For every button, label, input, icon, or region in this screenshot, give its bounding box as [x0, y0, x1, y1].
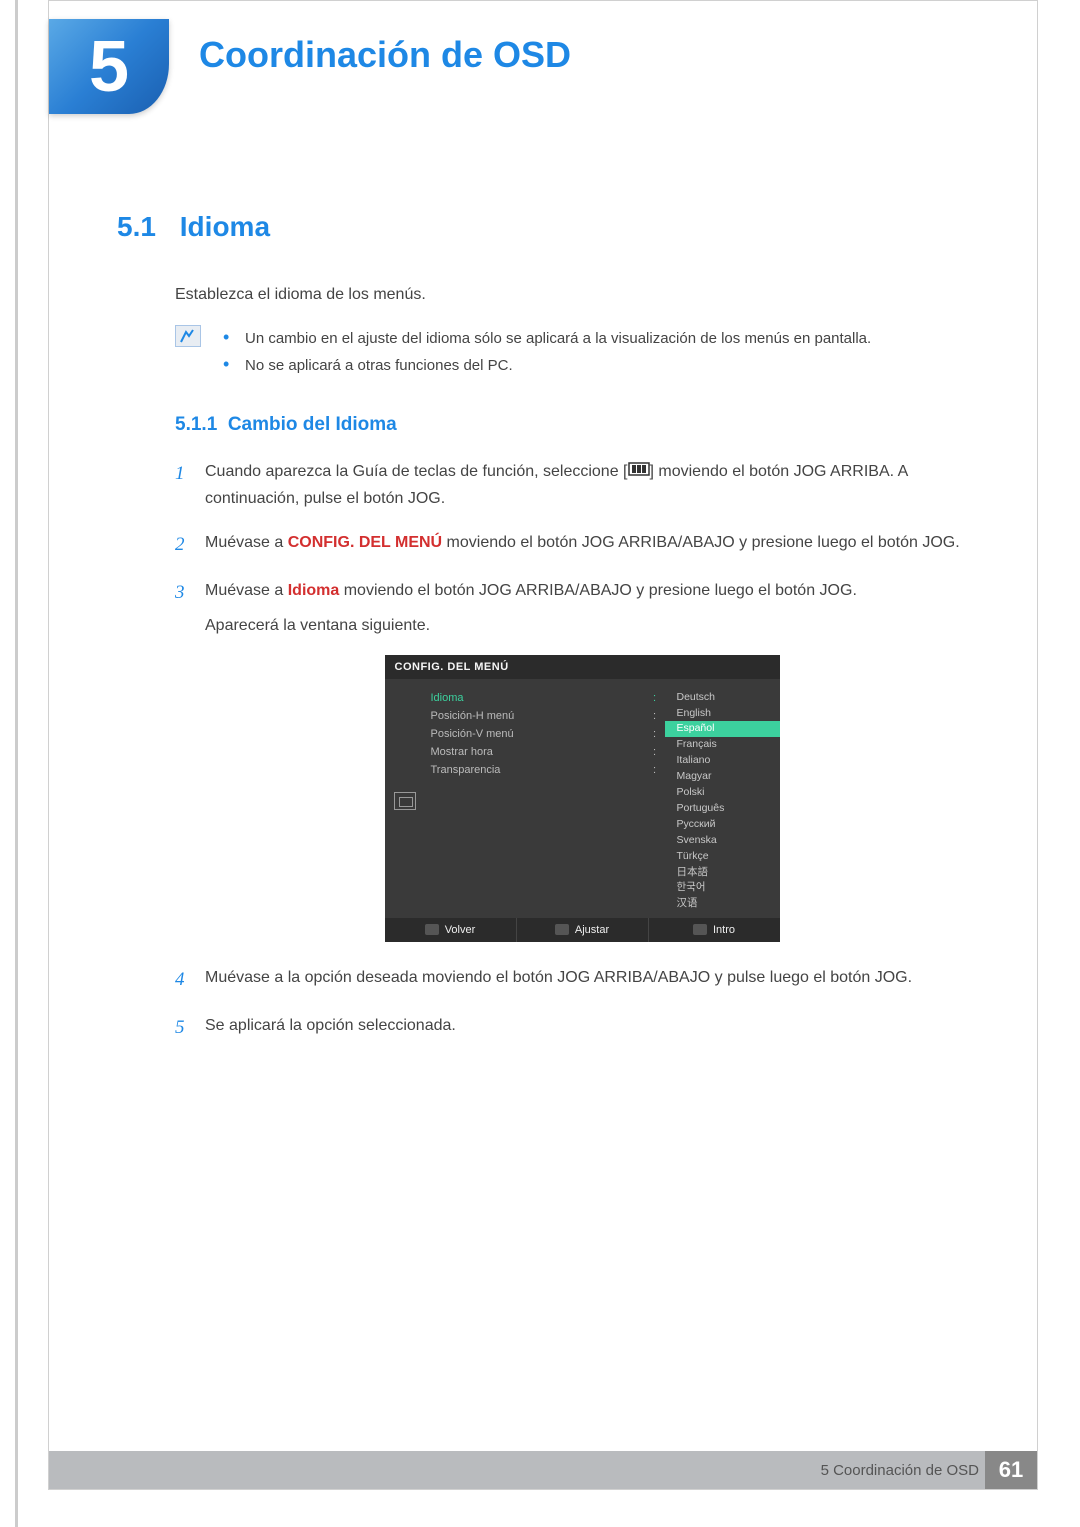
osd-language-item: 汉语 — [665, 896, 780, 912]
step-3-text-b: moviendo el botón JOG ARRIBA/ABAJO y pre… — [339, 582, 857, 599]
osd-menu-item: Posición-V menú: — [431, 725, 659, 743]
step-4: 4 Muévase a la opción deseada moviendo e… — [175, 964, 989, 996]
back-icon — [425, 924, 439, 935]
step-4-text: Muévase a la opción deseada moviendo el … — [205, 964, 989, 996]
step-number: 5 — [175, 1012, 205, 1044]
step-3: 3 Muévase a Idioma moviendo el botón JOG… — [175, 577, 989, 639]
note-icon — [175, 325, 201, 347]
osd-language-item: Italiano — [665, 753, 780, 769]
step-3-text-a: Muévase a — [205, 582, 288, 599]
osd-back-label: Volver — [445, 924, 476, 936]
note-bullets: •Un cambio en el ajuste del idioma sólo … — [223, 325, 871, 379]
osd-language-item: Polski — [665, 785, 780, 801]
step-number: 2 — [175, 529, 205, 561]
binding-gutter — [0, 0, 48, 1527]
osd-adjust-label: Ajustar — [575, 924, 609, 936]
intro-paragraph: Establezca el idioma de los menús. — [175, 283, 989, 307]
chapter-number: 5 — [89, 26, 129, 108]
osd-language-item: Svenska — [665, 832, 780, 848]
osd-menu-item: Transparencia: — [431, 761, 659, 779]
adjust-icon — [555, 924, 569, 935]
chapter-number-tab: 5 — [49, 19, 169, 114]
steps-list: 1 Cuando aparezca la Guía de teclas de f… — [175, 458, 989, 1045]
note-text-1: Un cambio en el ajuste del idioma sólo s… — [245, 325, 871, 352]
page-number: 61 — [985, 1451, 1037, 1489]
step-1: 1 Cuando aparezca la Guía de teclas de f… — [175, 458, 989, 513]
osd-language-item: Français — [665, 737, 780, 753]
osd-language-item: Magyar — [665, 769, 780, 785]
osd-icon-column — [385, 687, 425, 914]
page-footer: 5 Coordinación de OSD 61 — [49, 1451, 1037, 1489]
step-2: 2 Muévase a CONFIG. DEL MENÚ moviendo el… — [175, 529, 989, 561]
enter-icon — [693, 924, 707, 935]
osd-enter: Intro — [649, 918, 780, 942]
note-block: •Un cambio en el ajuste del idioma sólo … — [175, 325, 989, 379]
bullet-dot: • — [223, 325, 245, 352]
osd-language-item: Español — [665, 721, 780, 737]
step-3-text-c: Aparecerá la ventana siguiente. — [205, 617, 430, 634]
osd-language-item: Deutsch — [665, 689, 780, 705]
subsection-title: Cambio del Idioma — [228, 414, 397, 435]
osd-adjust: Ajustar — [517, 918, 649, 942]
subsection-heading: 5.1.1 Cambio del Idioma — [175, 414, 989, 436]
step-number: 1 — [175, 458, 205, 513]
step-1-text-a: Cuando aparezca la Guía de teclas de fun… — [205, 463, 628, 480]
osd-language-item: Türkçe — [665, 848, 780, 864]
bullet-dot: • — [223, 352, 245, 379]
step-5: 5 Se aplicará la opción seleccionada. — [175, 1012, 989, 1044]
footer-label: 5 Coordinación de OSD — [821, 1462, 979, 1479]
osd-body: Idioma:Posición-H menú:Posición-V menú:M… — [385, 679, 780, 918]
menu-icon — [628, 458, 650, 485]
osd-footer: Volver Ajustar Intro — [385, 918, 780, 942]
osd-section-icon — [394, 792, 416, 810]
osd-menu-item: Idioma: — [431, 689, 659, 707]
step-2-text-b: moviendo el botón JOG ARRIBA/ABAJO y pre… — [442, 534, 960, 551]
chapter-title: Coordinación de OSD — [199, 34, 571, 76]
section-heading: 5.1 Idioma — [117, 211, 989, 243]
page-frame: 5 Coordinación de OSD 5.1 Idioma Estable… — [48, 0, 1038, 1490]
step-2-text-a: Muévase a — [205, 534, 288, 551]
step-2-bold: CONFIG. DEL MENÚ — [288, 534, 442, 551]
osd-back: Volver — [385, 918, 517, 942]
osd-language-list: DeutschEnglishEspañolFrançaisItalianoMag… — [665, 687, 780, 914]
osd-language-item: 日本語 — [665, 864, 780, 880]
step-5-text: Se aplicará la opción seleccionada. — [205, 1012, 989, 1044]
section-number: 5.1 — [117, 211, 172, 243]
subsection-number: 5.1.1 — [175, 414, 217, 435]
note-text-2: No se aplicará a otras funciones del PC. — [245, 352, 513, 379]
content-area: 5.1 Idioma Establezca el idioma de los m… — [117, 211, 989, 1061]
osd-language-item: 한국어 — [665, 880, 780, 896]
step-number: 3 — [175, 577, 205, 639]
osd-language-item: Русский — [665, 816, 780, 832]
osd-language-item: English — [665, 705, 780, 721]
section-title: Idioma — [180, 211, 270, 242]
step-number: 4 — [175, 964, 205, 996]
osd-menu-item: Posición-H menú: — [431, 707, 659, 725]
osd-menu-item: Mostrar hora: — [431, 743, 659, 761]
osd-screenshot: CONFIG. DEL MENÚ Idioma:Posición-H menú:… — [385, 655, 780, 942]
osd-menu-list: Idioma:Posición-H menú:Posición-V menú:M… — [425, 687, 665, 914]
step-3-bold: Idioma — [288, 582, 340, 599]
osd-enter-label: Intro — [713, 924, 735, 936]
osd-language-item: Português — [665, 801, 780, 817]
osd-title: CONFIG. DEL MENÚ — [385, 655, 780, 679]
